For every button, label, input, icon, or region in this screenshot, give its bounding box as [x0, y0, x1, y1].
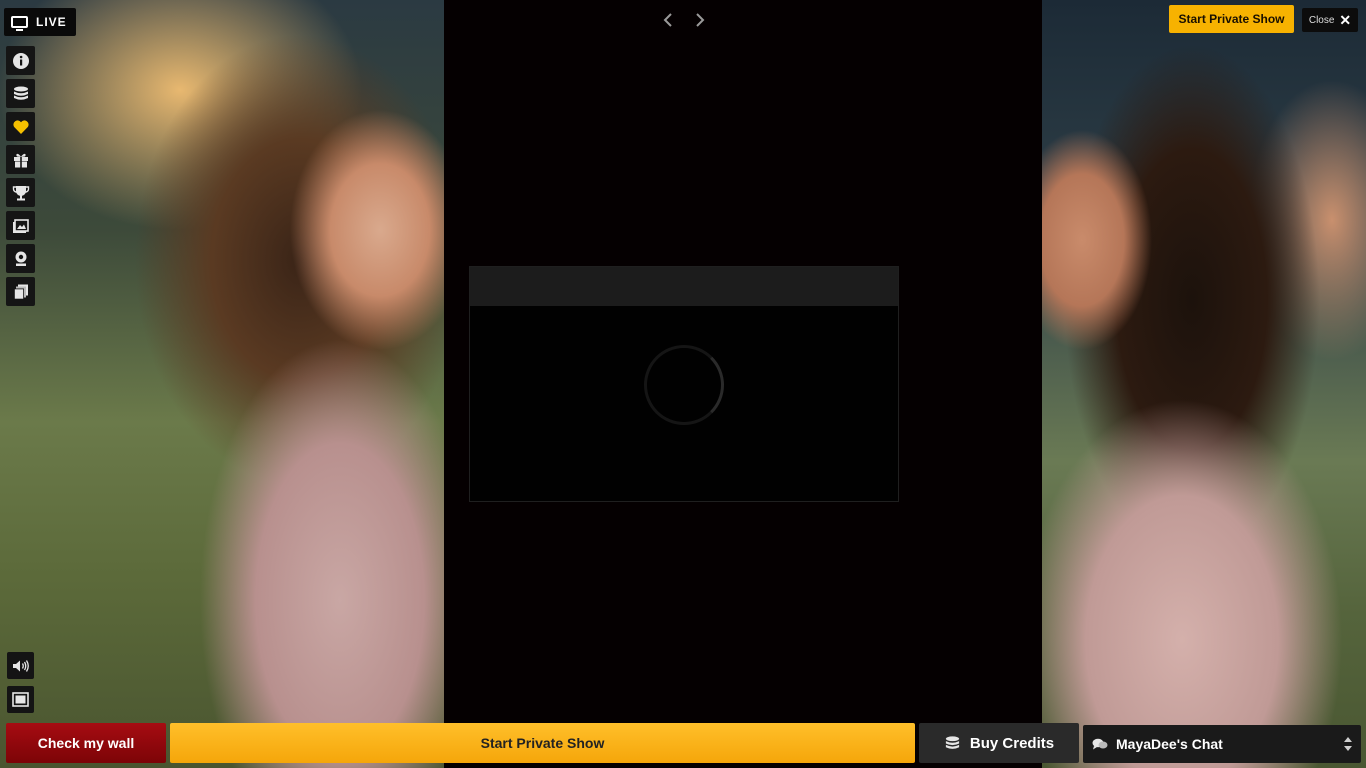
coins-icon: [13, 86, 28, 100]
info-button[interactable]: [6, 46, 35, 75]
heart-icon: [12, 119, 29, 134]
trophy-button[interactable]: [6, 178, 35, 207]
gallery-button[interactable]: [6, 211, 35, 240]
volume-button[interactable]: [7, 652, 34, 679]
chevron-left-icon: [663, 13, 672, 27]
next-model-button[interactable]: [688, 8, 712, 32]
favorite-button[interactable]: [6, 112, 35, 141]
chevron-right-icon: [696, 13, 705, 27]
live-badge[interactable]: LIVE: [4, 8, 76, 36]
profile-photo-right: [1042, 0, 1366, 768]
loading-dialog: [469, 266, 899, 502]
info-icon: [12, 52, 29, 69]
previous-model-button[interactable]: [656, 8, 680, 32]
loading-spinner: [644, 345, 724, 425]
tv-icon: [11, 16, 28, 31]
chat-bubble-icon: [1092, 738, 1108, 750]
webcam-icon: [15, 251, 26, 266]
buy-credits-button[interactable]: Buy Credits: [919, 723, 1079, 763]
check-my-wall-button[interactable]: Check my wall: [6, 723, 166, 763]
close-icon: ✕: [1339, 11, 1352, 28]
profile-photo-left: [0, 0, 444, 768]
gift-button[interactable]: [6, 145, 35, 174]
fullscreen-button[interactable]: [7, 686, 34, 713]
close-label: Close: [1308, 14, 1335, 26]
stack-icon: [13, 284, 28, 299]
speaker-icon: [12, 659, 29, 672]
chat-title: MayaDee's Chat: [1116, 736, 1223, 752]
coins-icon: [945, 735, 960, 749]
chat-toggle[interactable]: MayaDee's Chat: [1083, 725, 1361, 763]
gallery-icon: [12, 218, 29, 233]
start-private-show-button[interactable]: Start Private Show: [170, 723, 915, 763]
start-private-show-top-button[interactable]: Start Private Show: [1169, 5, 1294, 33]
trophy-icon: [12, 185, 29, 200]
stack-button[interactable]: [6, 277, 35, 306]
loading-dialog-header: [470, 267, 898, 306]
gift-icon: [13, 153, 28, 167]
credits-tool-button[interactable]: [6, 79, 35, 108]
live-label: LIVE: [36, 15, 67, 29]
close-button[interactable]: Close ✕: [1302, 8, 1358, 32]
webcam-button[interactable]: [6, 244, 35, 273]
buy-credits-label: Buy Credits: [969, 734, 1055, 752]
sort-arrows-icon: [1344, 737, 1352, 751]
screen-icon: [12, 692, 29, 707]
